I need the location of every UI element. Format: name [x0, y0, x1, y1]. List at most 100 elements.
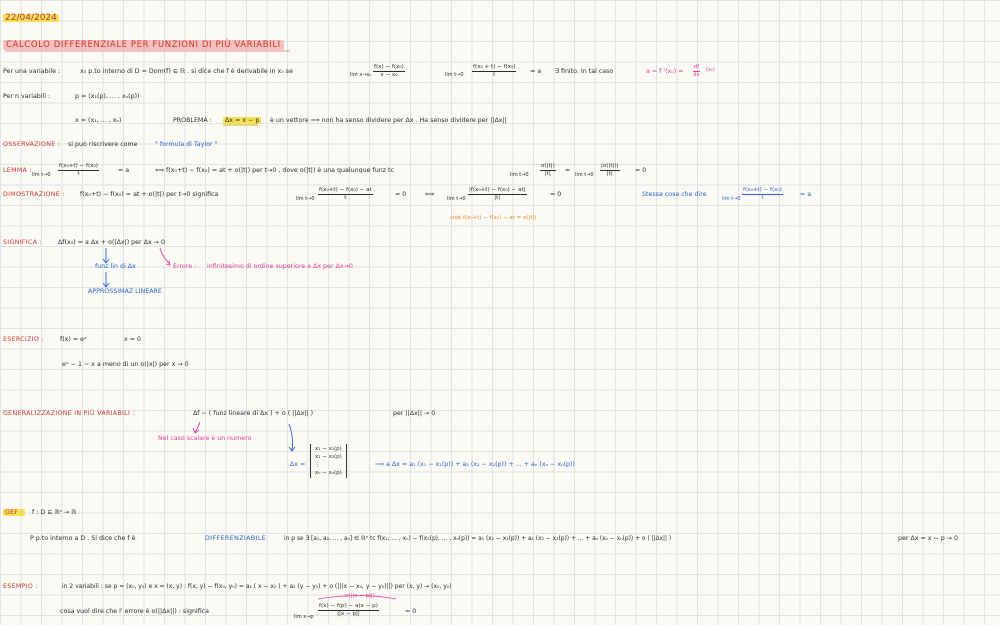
- delta-x-vector: x₁ − x₁(p) x₂ − x₂(p) ⋮ xₙ − xₙ(p): [310, 444, 347, 478]
- exists-finite-text: ∃ finito. In tal caso: [555, 68, 614, 75]
- equivalence-symbol: ⟺: [425, 191, 435, 198]
- fraction-denominator: t: [761, 195, 764, 201]
- delta-x-highlight: Δx = x − p: [223, 117, 262, 124]
- fraction-denominator: ||x − p||: [337, 611, 360, 617]
- meaning-label: SIGNIFICA :: [3, 239, 42, 246]
- equals-zero: = 0: [635, 167, 647, 174]
- error-text: infinitesimo di ordine superiore a Δx pe…: [207, 263, 353, 270]
- delta-x-label: Δx =: [290, 461, 306, 468]
- date: 22/04/2024: [3, 13, 59, 23]
- limit-label: lim x→x₀: [350, 72, 372, 78]
- fraction-numerator: f(x₀ + t) − f(x₀): [472, 64, 517, 72]
- observation-text: si può riscrivere come: [68, 141, 138, 148]
- fraction-numerator: f(x₀+t) − f(x₀) − at: [318, 187, 373, 195]
- fraction-increment-quotient: f(x₀ + t) − f(x₀) t: [472, 64, 517, 79]
- fraction-numerator: |o(|t|)|: [600, 163, 620, 171]
- definition-formula: in p se ∃ [a₁, a₂, ... , aₙ] ∈ ℝⁿ tc f(x…: [284, 536, 672, 542]
- limit-label: lim t→0: [32, 172, 51, 178]
- delta-x-definition: Δx = x − p: [223, 117, 262, 125]
- fraction-denominator: t: [77, 171, 80, 177]
- line-one-variable-text: x₀ p.to interno di D = Dom(f) ⊆ ℝ . si d…: [80, 68, 293, 75]
- fraction-denominator: dx: [693, 72, 700, 78]
- fraction-denominator: |t|: [494, 195, 501, 201]
- equals-a: = a: [530, 68, 542, 75]
- lemma-equals-a: = a: [118, 167, 130, 174]
- problem-label: PROBLEMA :: [173, 117, 212, 124]
- generalization-formula: Δf ∼ ( funz lineare di Δx ) + o ( ||Δx||…: [193, 410, 314, 417]
- error-annotation: o(||x − p||): [345, 593, 375, 599]
- limit-label: lim t→0: [575, 172, 594, 178]
- definition-label: DEF :: [3, 509, 26, 517]
- limit-label: lim t→0: [722, 196, 741, 202]
- fraction-same-quotient: f(x₀+t) − f(x₀) t: [742, 187, 783, 202]
- line-one-variable-label: Per una variabile :: [3, 68, 61, 75]
- limit-label: lim t→0: [510, 172, 529, 178]
- fraction-numerator: df: [692, 64, 701, 72]
- n-variables-label: Per n variabili :: [3, 93, 51, 100]
- fraction-difference-quotient: f(x) − f(x₀) x − x₀: [373, 64, 405, 79]
- fraction-lemma-quotient: f(x₀+t) − f(x₀) t: [58, 163, 99, 178]
- fraction-denominator: t: [493, 72, 496, 78]
- vector-entry: x₂ − x₂(p): [315, 454, 342, 460]
- limit-label: lim t→0: [447, 196, 466, 202]
- limit-label: lim t→0: [296, 196, 315, 202]
- equals-zero: = 0: [395, 191, 407, 198]
- fraction-denominator: t: [344, 195, 347, 201]
- fraction-denominator: x − x₀: [380, 72, 398, 78]
- fraction-abs-o-t-over-t: |o(|t|)| |t|: [600, 163, 620, 178]
- lemma-label: LEMMA :: [3, 167, 32, 174]
- fraction-denominator: |t|: [544, 171, 551, 177]
- linear-function-note: funz lin di Δx: [95, 263, 136, 270]
- vector-entry: x₁ − x₁(p): [315, 446, 342, 452]
- definition-highlight: DEF :: [3, 509, 26, 516]
- point-p-definition: p = (x₁(p), ... , xₙ(p)): [75, 93, 140, 100]
- linear-approximation-label: APPROSSIMAZ LINEARE: [88, 288, 162, 295]
- error-meaning-text: cosa vuol dire che l' errore è o(||Δx||)…: [60, 608, 209, 615]
- page-title: CALCOLO DIFFERENZIALE PER FUNZIONI DI PI…: [3, 40, 284, 50]
- taylor-formula-text: " formula di Taylor ": [155, 141, 218, 148]
- fraction-numerator: f(x) − f(p) − a(x − p): [318, 603, 379, 611]
- fraction-numerator: o(|t|): [540, 163, 556, 171]
- equals-zero: = 0: [550, 191, 562, 198]
- generalization-condition: per ||Δx|| → 0: [393, 410, 436, 417]
- fraction-numerator: f(x) − f(x₀): [373, 64, 405, 72]
- exercise-result: eˣ − 1 ∼ x a meno di un o(|x|) per x → 0: [62, 361, 189, 368]
- observation-label: OSSERVAZIONE :: [3, 141, 61, 148]
- fraction-error-quotient: f(x) − f(p) − a(x − p) ||x − p||: [318, 603, 379, 618]
- derivative-definition: a = f '(x₀) =: [646, 68, 684, 75]
- vector-x-definition: x = (x₁, ... , xₙ): [75, 117, 122, 124]
- limit-label: lim x→p: [294, 614, 314, 620]
- definition-condition: per Δx = x − p → 0: [898, 535, 959, 542]
- scalar-case-note: Nel caso scalare è un numero: [158, 435, 252, 442]
- fraction-proof-quotient: f(x₀+t) − f(x₀) − at t: [318, 187, 373, 202]
- differentiable-term: DIFFERENZIABILE: [205, 535, 267, 542]
- fraction-numerator: f(x₀+t) − f(x₀): [742, 187, 783, 195]
- generalization-label: GENERALIZZAZIONE IN PIÙ VARIABILI :: [3, 410, 135, 417]
- same-thing-text: Stessa cosa che dire: [642, 191, 707, 198]
- proof-label: DIMOSTRAZIONE :: [3, 191, 65, 198]
- derivative-point: (x₀): [706, 67, 715, 73]
- equals-a: = a: [800, 191, 812, 198]
- proof-text: f(x₀+t) − f(x₀) = at + o(|t|) per t→0 si…: [80, 191, 219, 198]
- equals-sign: =: [565, 167, 571, 174]
- exercise-function: f(x) = eˣ: [60, 336, 87, 343]
- example-text: in 2 variabili : se p = (x₀, y₀) e x = (…: [62, 583, 452, 590]
- fraction-o-t-over-t: o(|t|) |t|: [540, 163, 556, 178]
- proof-note: cioè f(x₀+t) − f(x₀) − at = o(|t|): [450, 215, 537, 221]
- lemma-equivalence-text: ⟺ f(x₀+t) − f(x₀) = at + o(|t|) per t→0 …: [155, 167, 394, 174]
- definition-text: P p.to interno a D . Si dice che f è: [30, 535, 136, 542]
- error-label: Errore :: [173, 263, 197, 270]
- limit-label: lim t→0: [445, 72, 464, 78]
- problem-text: è un vettore ⟹ non ha senso dividere per…: [270, 117, 507, 124]
- vector-entry: xₙ − xₙ(p): [315, 470, 342, 476]
- exercise-label: ESERCIZIO :: [3, 336, 44, 343]
- fraction-denominator: |t|: [606, 171, 613, 177]
- example-label: ESEMPIO :: [3, 583, 38, 590]
- fraction-numerator: f(x₀+t) − f(x₀): [58, 163, 99, 171]
- linear-expansion: ⟹ a Δx = a₁ (x₁ − x₁(p)) + a₂ (x₂ − x₂(p…: [375, 461, 575, 468]
- equals-zero: = 0: [405, 608, 417, 615]
- fraction-numerator: |f(x₀+t) − f(x₀) − at|: [468, 187, 527, 195]
- exercise-point: x = 0: [124, 336, 142, 343]
- fraction-df-dx: df dx: [692, 64, 701, 79]
- vector-entry: ⋮: [315, 462, 321, 468]
